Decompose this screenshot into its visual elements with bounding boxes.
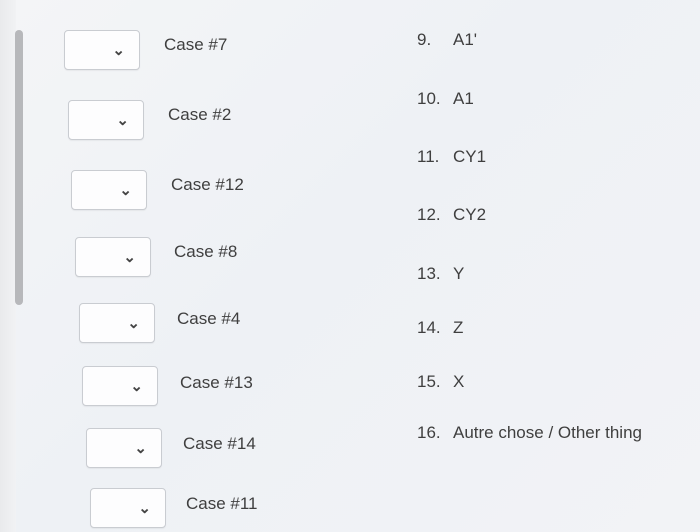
case-dropdown-6[interactable]: ⌄ xyxy=(82,366,158,406)
case-label-6: Case #13 xyxy=(180,373,253,392)
option-number: 13. xyxy=(417,264,441,283)
case-dropdown-3[interactable]: ⌄ xyxy=(71,170,147,210)
case-dropdown-7[interactable]: ⌄ xyxy=(86,428,162,468)
left-panel-edge xyxy=(0,0,16,532)
option-text: CY1 xyxy=(453,147,487,166)
chevron-down-icon: ⌄ xyxy=(119,182,132,199)
chevron-down-icon: ⌄ xyxy=(138,500,151,517)
case-label-8: Case #11 xyxy=(186,494,258,513)
chevron-down-icon: ⌄ xyxy=(127,315,140,332)
chevron-down-icon: ⌄ xyxy=(123,249,136,266)
option-text: X xyxy=(453,372,465,391)
case-label-5: Case #4 xyxy=(177,309,241,328)
case-label-7: Case #14 xyxy=(183,434,256,453)
case-dropdown-8[interactable]: ⌄ xyxy=(90,488,166,528)
option-item-10: 10. A1 xyxy=(417,89,474,109)
option-text: A1' xyxy=(453,30,478,49)
option-item-13: 13. Y xyxy=(417,264,464,284)
case-dropdown-4[interactable]: ⌄ xyxy=(75,237,151,277)
chevron-down-icon: ⌄ xyxy=(130,378,143,395)
case-label-2: Case #2 xyxy=(168,105,232,124)
option-item-14: 14. Z xyxy=(417,318,463,338)
option-text: A1 xyxy=(453,89,474,108)
option-number: 12. xyxy=(417,205,441,224)
option-number: 9. xyxy=(417,30,432,49)
option-number: 14. xyxy=(417,318,441,337)
option-item-12: 12. CY2 xyxy=(417,205,486,225)
option-item-15: 15. X xyxy=(417,372,464,392)
option-item-11: 11. CY1 xyxy=(417,147,486,167)
option-item-9: 9. A1' xyxy=(417,30,477,50)
case-label-1: Case #7 xyxy=(164,35,228,54)
option-text: Y xyxy=(453,264,465,283)
chevron-down-icon: ⌄ xyxy=(116,112,129,129)
case-dropdown-2[interactable]: ⌄ xyxy=(68,100,144,140)
case-label-3: Case #12 xyxy=(171,175,244,194)
case-dropdown-5[interactable]: ⌄ xyxy=(79,303,155,343)
option-item-16: 16. Autre chose / Other thing xyxy=(417,423,642,443)
chevron-down-icon: ⌄ xyxy=(112,42,125,59)
option-number: 15. xyxy=(417,372,441,391)
case-label-4: Case #8 xyxy=(174,242,238,261)
scrollbar-thumb[interactable] xyxy=(15,30,23,305)
option-number: 11. xyxy=(417,147,440,166)
option-text: Autre chose / Other thing xyxy=(453,423,642,442)
option-text: CY2 xyxy=(453,205,487,224)
option-text: Z xyxy=(453,318,464,337)
option-number: 16. xyxy=(417,423,441,442)
chevron-down-icon: ⌄ xyxy=(134,440,147,457)
option-number: 10. xyxy=(417,89,441,108)
case-dropdown-1[interactable]: ⌄ xyxy=(64,30,140,70)
